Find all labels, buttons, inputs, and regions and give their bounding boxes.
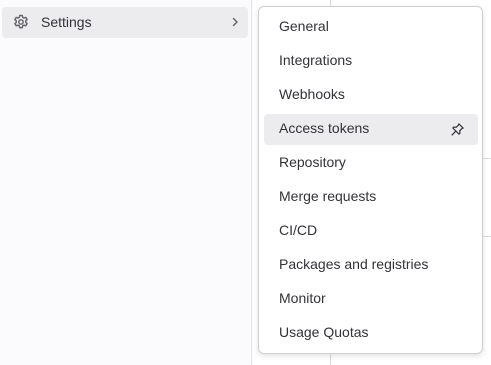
menu-item-label: Packages and registries [279, 256, 429, 272]
menu-item-packages-and-registries[interactable]: Packages and registries [264, 250, 478, 281]
menu-item-monitor[interactable]: Monitor [264, 284, 478, 315]
sidebar: Settings [0, 0, 252, 365]
menu-item-webhooks[interactable]: Webhooks [264, 80, 478, 111]
sidebar-item-label: Settings [41, 14, 92, 30]
menu-item-merge-requests[interactable]: Merge requests [264, 182, 478, 213]
chevron-right-icon [232, 17, 238, 27]
menu-item-label: Merge requests [279, 188, 377, 204]
pin-icon[interactable] [450, 122, 465, 137]
menu-item-ci-cd[interactable]: CI/CD [264, 216, 478, 247]
settings-flyout-menu: General Integrations Webhooks Access tok… [258, 6, 483, 354]
menu-item-label: Access tokens [279, 120, 370, 136]
menu-item-label: Usage Quotas [279, 324, 369, 340]
menu-item-label: Webhooks [279, 86, 345, 102]
gear-icon [14, 14, 28, 29]
menu-item-repository[interactable]: Repository [264, 148, 478, 179]
sidebar-item-settings[interactable]: Settings [2, 7, 248, 38]
menu-item-usage-quotas[interactable]: Usage Quotas [264, 318, 478, 349]
menu-item-label: CI/CD [279, 222, 318, 238]
menu-item-access-tokens[interactable]: Access tokens [264, 114, 478, 145]
menu-item-label: Integrations [279, 52, 353, 68]
menu-item-label: Monitor [279, 290, 326, 306]
menu-item-label: General [279, 18, 329, 34]
page: Settings General Integrations Webhooks A… [0, 0, 491, 365]
menu-item-integrations[interactable]: Integrations [264, 46, 478, 77]
menu-item-general[interactable]: General [264, 12, 478, 43]
menu-item-label: Repository [279, 154, 346, 170]
